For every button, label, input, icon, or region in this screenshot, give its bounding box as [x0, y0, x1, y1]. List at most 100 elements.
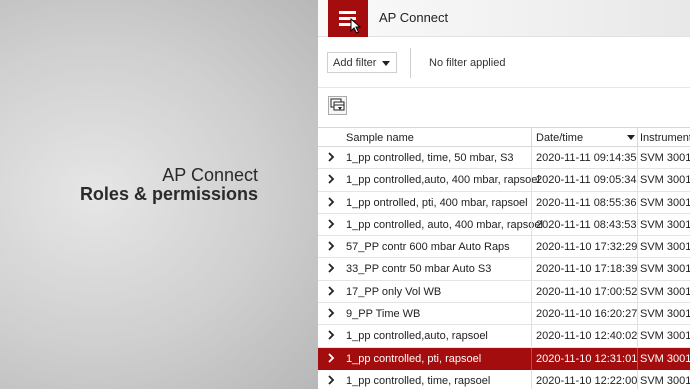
- chevron-right-icon[interactable]: [327, 262, 335, 274]
- cell-sample-name: 9_PP Time WB: [346, 308, 421, 321]
- chevron-right-icon[interactable]: [327, 329, 335, 341]
- cell-divider: [637, 147, 638, 169]
- cell-sample-name: 1_pp ontrolled, pti, 400 mbar, rapsoel: [346, 196, 528, 209]
- cell-sample-name: 1_pp controlled,auto, 400 mbar, rapsoel: [346, 174, 540, 187]
- menu-button[interactable]: [328, 0, 368, 37]
- cell-sample-name: 33_PP contr 50 mbar Auto S3: [346, 263, 492, 276]
- column-divider[interactable]: [531, 128, 532, 147]
- app-header: AP Connect: [318, 0, 690, 37]
- divider: [410, 48, 411, 78]
- cell-divider: [637, 325, 638, 348]
- table-row[interactable]: 1_pp controlled,auto, 400 mbar, rapsoel 2…: [318, 169, 690, 192]
- table-row[interactable]: 1_pp controlled,auto, rapsoel 2020-11-10 …: [318, 325, 690, 348]
- chevron-right-icon[interactable]: [327, 151, 335, 163]
- cell-instrument: SVM 3001: [640, 196, 690, 209]
- cell-sample-name: 1_pp controlled, time, rapsoel: [346, 374, 491, 387]
- cell-divider: [531, 369, 532, 389]
- cell-datetime: 2020-11-10 17:00:52: [536, 285, 638, 298]
- cell-datetime: 2020-11-10 12:40:02: [536, 330, 638, 343]
- cell-datetime: 2020-11-11 09:14:35: [536, 152, 637, 164]
- column-header-sample-name[interactable]: Sample name: [346, 132, 414, 144]
- samples-table: Sample name Date/time Instrument 1_pp co…: [318, 127, 690, 389]
- cell-sample-name: 1_pp controlled, auto, 400 mbar, rapsoel: [346, 218, 543, 231]
- cell-divider: [531, 280, 532, 303]
- cell-datetime: 2020-11-10 16:20:27: [536, 308, 638, 321]
- cell-sample-name: 1_pp controlled, time, 50 mbar, S3: [346, 152, 514, 164]
- cell-sample-name: 1_pp controlled,auto, rapsoel: [346, 330, 488, 343]
- table-toolbar: [318, 89, 690, 127]
- cell-datetime: 2020-11-10 12:22:00: [536, 374, 638, 387]
- cell-divider: [637, 369, 638, 389]
- add-filter-dropdown[interactable]: Add filter: [327, 52, 397, 73]
- filter-status-text: No filter applied: [429, 57, 506, 69]
- chevron-right-icon[interactable]: [327, 352, 335, 364]
- chevron-right-icon[interactable]: [327, 307, 335, 319]
- table-row[interactable]: 33_PP contr 50 mbar Auto S3 2020-11-10 17…: [318, 258, 690, 281]
- table-header: Sample name Date/time Instrument: [318, 127, 690, 147]
- table-row[interactable]: 9_PP Time WB 2020-11-10 16:20:27 SVM 3001: [318, 303, 690, 326]
- column-header-datetime[interactable]: Date/time: [536, 132, 583, 144]
- cell-instrument: SVM 3001: [640, 308, 690, 321]
- chevron-right-icon[interactable]: [327, 374, 335, 386]
- cell-divider: [637, 191, 638, 214]
- hamburger-menu-icon: [339, 11, 356, 14]
- cell-divider: [531, 325, 532, 348]
- add-filter-label: Add filter: [333, 57, 377, 69]
- chevron-right-icon[interactable]: [327, 285, 335, 297]
- intro-title: AP Connect: [162, 165, 258, 185]
- column-divider[interactable]: [637, 128, 638, 147]
- cell-instrument: SVM 3001: [640, 263, 690, 276]
- table-row[interactable]: 17_PP only Vol WB 2020-11-10 17:00:52 SVM …: [318, 280, 690, 304]
- column-chooser-button[interactable]: [328, 96, 347, 115]
- table-row[interactable]: 1_pp controlled, time, rapsoel 2020-11-10…: [318, 369, 690, 389]
- cell-sample-name: 1_pp controlled, pti, rapsoel: [346, 352, 482, 365]
- table-row[interactable]: 1_pp controlled, time, 50 mbar, S3 2020-1…: [318, 147, 690, 170]
- cell-divider: [637, 236, 638, 259]
- cell-divider: [531, 347, 532, 370]
- cell-instrument: SVM 3001: [640, 285, 690, 298]
- cell-datetime: 2020-11-10 17:32:29: [536, 241, 638, 254]
- table-row[interactable]: 57_PP contr 600 mbar Auto Raps 2020-11-10…: [318, 236, 690, 259]
- cell-divider: [531, 147, 532, 169]
- chevron-right-icon[interactable]: [327, 173, 335, 185]
- column-header-instrument[interactable]: Instrument: [640, 132, 690, 144]
- cell-divider: [531, 236, 532, 259]
- cell-datetime: 2020-11-11 09:05:34: [536, 174, 637, 187]
- table-row[interactable]: 1_pp ontrolled, pti, 400 mbar, rapsoel 20…: [318, 191, 690, 214]
- cell-divider: [637, 303, 638, 326]
- cell-divider: [531, 213, 532, 236]
- chevron-right-icon[interactable]: [327, 218, 335, 230]
- sort-descending-icon: [627, 135, 635, 140]
- chevron-right-icon[interactable]: [327, 240, 335, 252]
- cell-datetime: 2020-11-11 08:55:36: [536, 196, 637, 209]
- cell-divider: [637, 347, 638, 370]
- cell-instrument: SVM 3001: [640, 174, 690, 187]
- cell-datetime: 2020-11-10 12:31:01: [536, 352, 638, 365]
- cell-instrument: SVM 3001: [640, 152, 690, 164]
- column-chooser-icon: [330, 98, 345, 111]
- cell-divider: [637, 169, 638, 192]
- cell-divider: [531, 303, 532, 326]
- cell-instrument: SVM 3001: [640, 241, 690, 254]
- cell-divider: [637, 258, 638, 281]
- mouse-pointer-icon: [350, 18, 362, 34]
- chevron-right-icon[interactable]: [327, 196, 335, 208]
- table-row[interactable]: 1_pp controlled, auto, 400 mbar, rapsoel…: [318, 213, 690, 237]
- intro-subtitle: Roles & permissions: [79, 184, 258, 204]
- cell-divider: [531, 169, 532, 192]
- app-window: AP Connect Add filter No filter applied …: [318, 0, 690, 389]
- cell-datetime: 2020-11-11 08:43:53: [536, 218, 637, 231]
- cell-divider: [637, 280, 638, 303]
- cell-sample-name: 57_PP contr 600 mbar Auto Raps: [346, 241, 510, 254]
- table-body: 1_pp controlled, time, 50 mbar, S3 2020-1…: [318, 147, 690, 389]
- app-title: AP Connect: [379, 10, 449, 25]
- cell-divider: [531, 191, 532, 214]
- cell-datetime: 2020-11-10 17:18:39: [536, 263, 638, 276]
- cell-instrument: SVM 3001: [640, 352, 690, 365]
- intro-panel: AP Connect Roles & permissions: [0, 0, 318, 389]
- cell-divider: [637, 213, 638, 236]
- table-row[interactable]: 1_pp controlled, pti, rapsoel 2020-11-10 …: [318, 347, 690, 370]
- filter-bar: Add filter No filter applied: [318, 38, 690, 88]
- cell-instrument: SVM 3001: [640, 218, 690, 231]
- chevron-down-icon: [382, 61, 390, 66]
